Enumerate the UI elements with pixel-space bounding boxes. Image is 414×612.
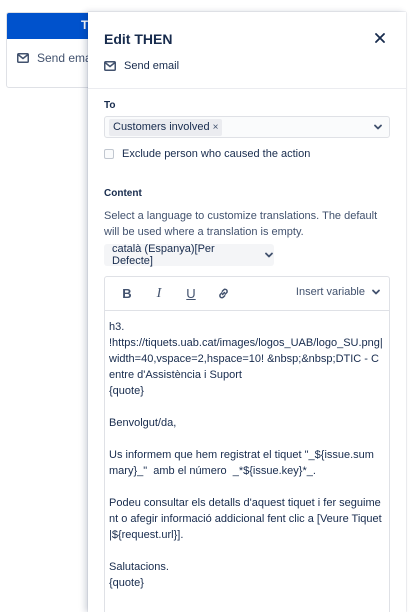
- content-label: Content: [104, 188, 142, 199]
- recipient-chip-label: Customers involved: [113, 121, 210, 133]
- chevron-down-icon: [265, 252, 273, 258]
- italic-button[interactable]: I: [149, 284, 169, 304]
- insert-variable-label: Insert variable: [295, 286, 365, 298]
- email-content-editor[interactable]: B I U Insert variable h3. !https://tique…: [104, 276, 390, 612]
- close-button[interactable]: [372, 30, 388, 46]
- exclude-actor-row: Exclude person who caused the action: [104, 148, 310, 160]
- envelope-icon: [17, 53, 29, 63]
- exclude-actor-checkbox[interactable]: [104, 149, 114, 159]
- close-icon: [375, 33, 385, 43]
- to-label: To: [104, 100, 116, 111]
- editor-text-area[interactable]: h3. !https://tiquets.uab.cat/images/logo…: [105, 311, 389, 591]
- action-type-row: Send email: [104, 60, 179, 72]
- content-help-text: Select a language to customize translati…: [104, 210, 378, 238]
- chevron-down-icon[interactable]: [373, 122, 383, 132]
- link-icon: [218, 288, 228, 299]
- exclude-actor-label: Exclude person who caused the action: [122, 148, 311, 160]
- insert-variable-button[interactable]: Insert variable: [296, 286, 381, 298]
- panel-title: Edit THEN: [104, 31, 173, 47]
- bold-button[interactable]: B: [117, 284, 137, 304]
- editor-toolbar: B I U Insert variable: [105, 277, 389, 311]
- to-recipients-select[interactable]: Customers involved ×: [104, 116, 390, 138]
- remove-chip-button[interactable]: ×: [213, 122, 219, 133]
- divider: [88, 88, 406, 89]
- panel-header: Edit THEN: [104, 30, 394, 50]
- envelope-icon: [104, 61, 116, 71]
- background-card-label: Send emai: [37, 51, 95, 65]
- recipient-chip: Customers involved ×: [109, 118, 223, 136]
- edit-then-panel: Edit THEN Send email To Customers involv…: [88, 12, 406, 612]
- chevron-down-icon: [372, 289, 380, 295]
- language-select[interactable]: català (Espanya)[Per Defecte]: [104, 243, 274, 267]
- insert-link-button[interactable]: [213, 284, 233, 304]
- underline-button[interactable]: U: [181, 284, 201, 304]
- language-select-value: català (Espanya)[Per Defecte]: [112, 243, 215, 267]
- action-type-label: Send email: [124, 60, 180, 72]
